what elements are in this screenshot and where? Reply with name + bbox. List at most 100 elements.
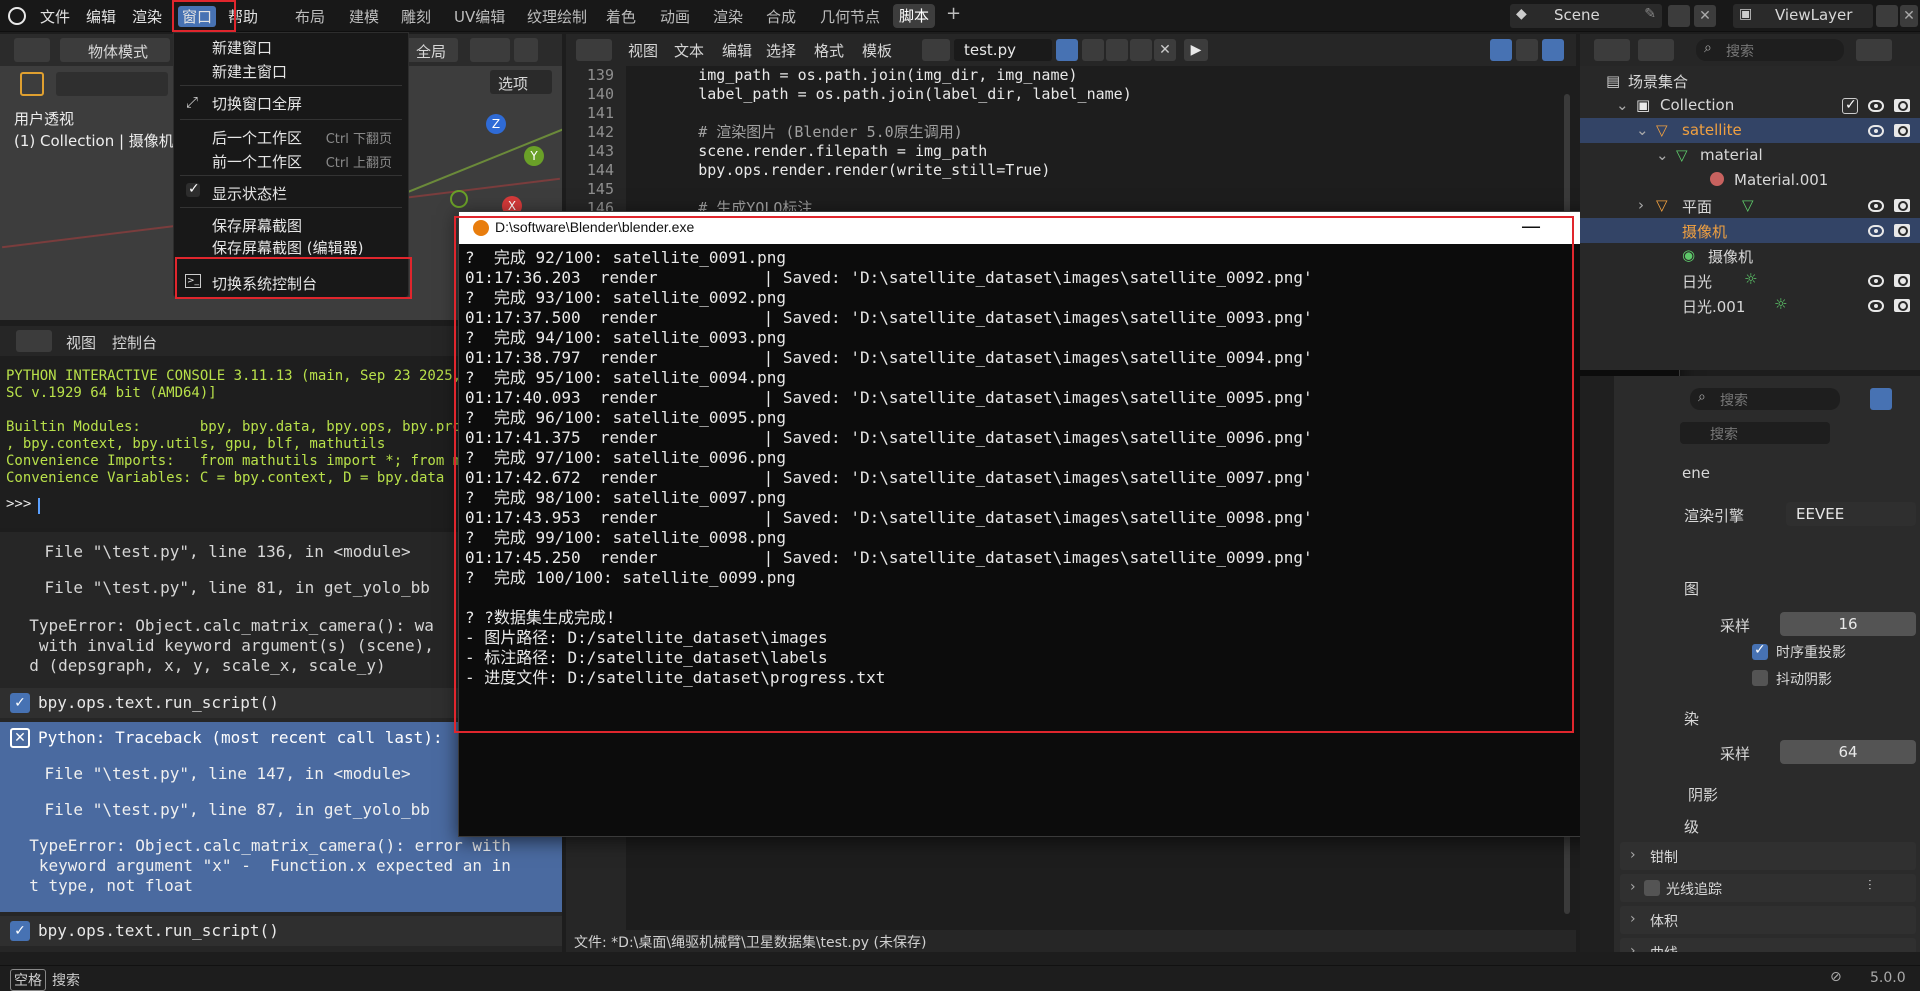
console-editor-type-icon[interactable]	[16, 330, 52, 352]
expand-icon[interactable]: ›	[1638, 196, 1644, 214]
properties-search[interactable]: ⌕ 搜索	[1690, 388, 1840, 410]
render-camera-icon[interactable]	[1894, 124, 1910, 137]
console-menu-view[interactable]: 视图	[66, 332, 96, 353]
section-curves[interactable]: › 曲线	[1620, 938, 1916, 952]
text-menu-view[interactable]: 视图	[628, 40, 658, 61]
outliner-row[interactable]: ◉ 摄像机	[1580, 243, 1920, 268]
collection-checkbox[interactable]	[1842, 97, 1858, 114]
menu-toggle-system-console[interactable]: >_ 切换系统控制台	[174, 269, 408, 295]
text-menu-templates[interactable]: 模板	[862, 40, 892, 61]
visibility-eye-icon[interactable]	[1868, 100, 1884, 112]
visibility-eye-icon[interactable]	[1868, 300, 1884, 312]
menu-prev-workspace[interactable]: 前一个工作区 Ctrl 上翻页	[174, 147, 408, 173]
run-script-icon[interactable]: ▶	[1184, 39, 1208, 61]
outliner-search[interactable]: ⌕ 搜索	[1696, 39, 1844, 61]
outliner-row[interactable]: ⌄ ▽ satellite	[1580, 118, 1920, 143]
mode-selector[interactable]: 物体模式	[60, 38, 170, 62]
select-mode-icon[interactable]	[56, 72, 168, 96]
console-prompt[interactable]: >>>	[6, 496, 40, 512]
filter-icon[interactable]	[1856, 39, 1892, 61]
add-workspace-icon[interactable]: +	[946, 3, 961, 24]
display-mode-icon[interactable]	[1638, 39, 1674, 61]
gizmo-z-icon[interactable]: Z	[486, 114, 506, 134]
text-menu-format[interactable]: 格式	[814, 40, 844, 61]
render-camera-icon[interactable]	[1894, 199, 1910, 212]
word-wrap-icon[interactable]	[1516, 39, 1538, 61]
tab-modeling[interactable]: 建模	[349, 6, 379, 27]
outliner-row[interactable]: ⌄ ▣ Collection	[1580, 93, 1920, 118]
outliner-row[interactable]: 日光 ☼	[1580, 268, 1920, 293]
menu-new-window[interactable]: 新建窗口	[174, 33, 408, 59]
section-raytracing[interactable]: › 光线追踪 ⫶	[1620, 874, 1916, 902]
menu-file[interactable]: 文件	[40, 6, 70, 27]
text-editor-type-icon[interactable]	[576, 39, 612, 61]
outliner-row[interactable]: › ▽ 平面 ▽	[1580, 193, 1920, 218]
expand-icon[interactable]: ⌄	[1616, 96, 1629, 114]
render-camera-icon[interactable]	[1894, 99, 1910, 112]
log-entry-ok[interactable]: ✓ bpy.ops.text.run_script()	[0, 916, 562, 946]
snap-icon[interactable]	[470, 38, 510, 62]
code-area[interactable]: 139 img_path = os.path.join(img_dir, img…	[566, 66, 1576, 226]
console-titlebar[interactable]: D:\software\Blender\blender.exe — ✕	[459, 212, 1679, 244]
text-datablock-icon[interactable]	[922, 39, 950, 61]
render-engine-dropdown[interactable]: EEVEE	[1786, 502, 1916, 526]
tab-shading[interactable]: 着色	[606, 6, 636, 27]
properties-filter-icon[interactable]	[1870, 388, 1892, 410]
visibility-eye-icon[interactable]	[1868, 225, 1884, 237]
sliders-icon[interactable]: ⫶	[1868, 878, 1872, 894]
viewport-samples-field[interactable]: 16	[1780, 612, 1916, 636]
visibility-eye-icon[interactable]	[1868, 275, 1884, 287]
tab-rendering[interactable]: 渲染	[713, 6, 743, 27]
duplicate-text-icon[interactable]	[1082, 39, 1104, 61]
menu-save-screenshot-editor[interactable]: 保存屏幕截图 (编辑器)	[174, 233, 408, 259]
tab-texture-paint[interactable]: 纹理绘制	[527, 6, 587, 27]
tab-compositing[interactable]: 合成	[766, 6, 796, 27]
select-box-icon[interactable]	[20, 72, 44, 96]
menu-next-workspace[interactable]: 后一个工作区 Ctrl 下翻页	[174, 123, 408, 149]
outliner-row[interactable]: 日光.001 ☼	[1580, 293, 1920, 318]
pin-icon[interactable]: ✎	[1644, 6, 1656, 22]
line-numbers-icon[interactable]	[1490, 39, 1512, 61]
outliner-row[interactable]: ▤ 场景集合	[1580, 68, 1920, 93]
statusbar-checkbox[interactable]	[186, 181, 200, 197]
menu-render[interactable]: 渲染	[132, 6, 162, 27]
syntax-highlight-icon[interactable]	[1542, 39, 1564, 61]
properties-editor[interactable]: ⌕ 搜索 搜索 ene 渲染引擎 EEVEE 图 采样 16 时序重投影 抖动阴…	[1580, 376, 1920, 952]
minimize-icon[interactable]: —	[1521, 214, 1541, 238]
scene-selector[interactable]: ◆ Scene ✎	[1510, 4, 1662, 28]
network-off-icon[interactable]: ⊘	[1830, 969, 1842, 985]
system-console-window[interactable]: D:\software\Blender\blender.exe — ✕ ? 完成…	[458, 211, 1680, 837]
menu-window[interactable]: 窗口	[178, 6, 217, 27]
copy-scene-icon[interactable]	[1668, 5, 1690, 27]
expand-icon[interactable]: ⌄	[1636, 121, 1649, 139]
menu-toggle-fullscreen[interactable]: ⤢ 切换窗口全屏	[174, 89, 408, 115]
open-text-icon[interactable]	[1106, 39, 1128, 61]
render-camera-icon[interactable]	[1894, 299, 1910, 312]
options-dropdown[interactable]: 选项	[490, 70, 552, 94]
properties-search-2[interactable]: 搜索	[1680, 422, 1830, 444]
visibility-eye-icon[interactable]	[1868, 200, 1884, 212]
proportional-edit-icon[interactable]	[514, 38, 538, 62]
transform-orientation[interactable]: 全局	[402, 38, 458, 62]
menu-edit[interactable]: 编辑	[86, 6, 116, 27]
expand-icon[interactable]: ⌄	[1656, 146, 1669, 164]
console-menu-console[interactable]: 控制台	[112, 332, 157, 353]
render-camera-icon[interactable]	[1894, 274, 1910, 287]
text-menu-edit[interactable]: 编辑	[722, 40, 752, 61]
menu-show-statusbar[interactable]: 显示状态栏	[174, 179, 408, 205]
raytracing-checkbox[interactable]	[1644, 880, 1660, 896]
jitter-shadows-checkbox[interactable]	[1752, 670, 1768, 686]
render-camera-icon[interactable]	[1894, 224, 1910, 237]
editor-type-icon[interactable]	[14, 38, 50, 62]
view-layer-selector[interactable]: ▣ ViewLayer	[1733, 4, 1873, 28]
fake-user-shield-icon[interactable]	[1056, 39, 1078, 61]
tab-sculpting[interactable]: 雕刻	[401, 6, 431, 27]
delete-scene-icon[interactable]: ✕	[1694, 5, 1716, 27]
gizmo-y-icon[interactable]: Y	[524, 146, 544, 166]
text-menu-text[interactable]: 文本	[674, 40, 704, 61]
gizmo-neg-y-icon[interactable]	[450, 190, 468, 208]
render-samples-field[interactable]: 64	[1780, 740, 1916, 764]
tab-geometry-nodes[interactable]: 几何节点	[820, 6, 880, 27]
outliner-row[interactable]: ⌄ ▽ material	[1580, 143, 1920, 168]
tab-animation[interactable]: 动画	[660, 6, 690, 27]
